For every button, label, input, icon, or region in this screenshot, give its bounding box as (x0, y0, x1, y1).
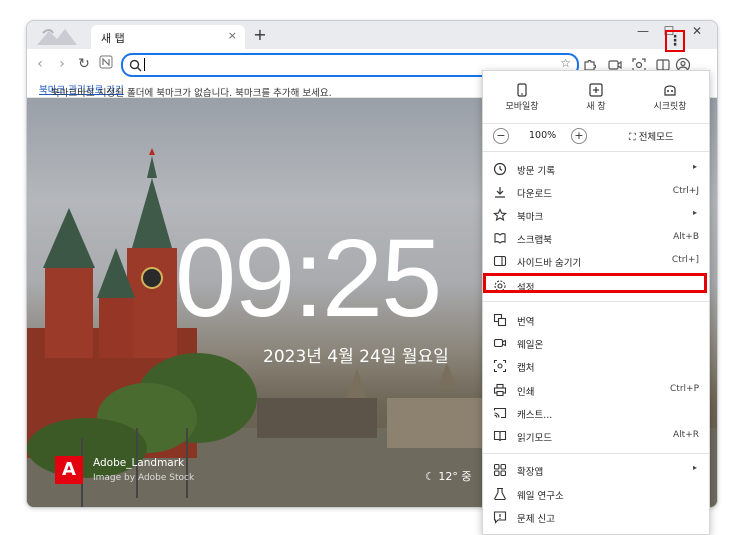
menu-item-whale-lab[interactable]: 웨일 연구소 (483, 483, 709, 505)
main-menu-button[interactable]: ⋮ (665, 30, 685, 52)
new-window-label: 새 창 (586, 102, 606, 112)
menu-item-label: 방문 기록 (517, 166, 555, 177)
bookmark-bar-message: 북마크바로 지정된 폴더에 북마크가 없습니다. 북마크를 추가해 보세요. (51, 88, 332, 99)
menu-item-label: 읽기모드 (517, 433, 552, 444)
naver-home-icon[interactable] (97, 55, 115, 73)
menu-item-label: 북마크 (517, 212, 544, 223)
menu-item-label: 사이드바 숨기기 (517, 258, 582, 269)
whale-logo-icon (35, 25, 79, 51)
menu-top-buttons: 모바일창 새 창 시크릿창 (483, 79, 709, 119)
menu-item-label: 문제 신고 (517, 514, 555, 525)
menu-item-extensions[interactable]: 확장앱 ▸ (483, 459, 709, 481)
new-window-icon (589, 83, 603, 97)
new-window-button[interactable]: 새 창 (561, 79, 631, 119)
fullscreen-button[interactable]: ⛶ 전체모드 (629, 129, 674, 143)
reading-mode-icon (493, 429, 507, 443)
title-bar: 새 탭 × + — ☐ ✕ (27, 21, 717, 49)
menu-item-report-issue[interactable]: 문제 신고 (483, 506, 709, 528)
mobile-window-label: 모바일창 (505, 102, 539, 112)
menu-item-label: 인쇄 (517, 387, 535, 398)
menu-divider (483, 453, 709, 454)
menu-item-label: 웨일 연구소 (517, 491, 564, 502)
menu-item-history[interactable]: 방문 기록 ▸ (483, 158, 709, 180)
main-menu: 모바일창 새 창 시크릿창 − 100% + ⛶ 전체모드 방문 기록 ▸ 다운… (482, 70, 710, 535)
menu-item-whale-on[interactable]: 웨일온 (483, 332, 709, 354)
adobe-logo-icon: A (55, 456, 83, 484)
clock-date: 2023년 4월 24일 월요일 (263, 347, 449, 367)
text-caret (144, 58, 145, 71)
download-icon (493, 185, 507, 199)
clock-time: 09:25 (175, 217, 442, 340)
menu-item-label: 캡처 (517, 363, 535, 374)
mobile-icon (515, 83, 529, 97)
menu-item-shortcut: Ctrl+] (671, 255, 699, 265)
zoom-in-button[interactable]: + (571, 128, 587, 144)
incognito-window-button[interactable]: 시크릿창 (635, 79, 705, 119)
incognito-icon (663, 83, 677, 97)
image-credit-title[interactable]: Adobe_Landmark (93, 457, 184, 469)
image-credit-source: Image by Adobe Stock (93, 473, 195, 483)
menu-item-reading-mode[interactable]: 읽기모드 Alt+R (483, 425, 709, 447)
zoom-level: 100% (529, 130, 557, 141)
menu-divider (483, 301, 709, 302)
menu-item-shortcut: Ctrl+J (672, 186, 699, 196)
menu-item-bookmarks[interactable]: 북마크 ▸ (483, 204, 709, 226)
minimize-icon[interactable]: — (633, 24, 653, 38)
extensions-icon (493, 463, 507, 477)
tab-new-tab[interactable]: 새 탭 × (91, 25, 245, 49)
forward-icon[interactable]: › (53, 55, 71, 73)
sidebar-icon (493, 254, 507, 268)
menu-item-hide-sidebar[interactable]: 사이드바 숨기기 Ctrl+] (483, 250, 709, 272)
bookmark-star-icon (493, 208, 507, 222)
menu-item-label: 스크랩북 (517, 235, 552, 246)
new-tab-button[interactable]: + (251, 26, 269, 44)
reload-icon[interactable]: ↻ (75, 55, 93, 73)
menu-divider (483, 151, 709, 152)
zoom-row: − 100% + ⛶ 전체모드 (483, 125, 709, 147)
fullscreen-label: 전체모드 (638, 132, 674, 143)
weather-temperature: 12° 중 (438, 470, 472, 483)
menu-item-print[interactable]: 인쇄 Ctrl+P (483, 379, 709, 401)
menu-item-label: 다운로드 (517, 189, 552, 200)
fullscreen-icon: ⛶ (629, 132, 636, 143)
capture-icon (493, 359, 507, 373)
scrapbook-icon (493, 231, 507, 245)
menu-item-shortcut: Alt+B (673, 232, 699, 242)
menu-item-label: 확장앱 (517, 467, 544, 478)
menu-item-label: 캐스트... (517, 410, 553, 421)
submenu-arrow-icon: ▸ (692, 162, 697, 171)
back-icon[interactable]: ‹ (31, 55, 49, 73)
zoom-out-button[interactable]: − (493, 128, 509, 144)
menu-item-label: 웨일온 (517, 340, 544, 351)
translate-icon (493, 313, 507, 327)
weather-widget[interactable]: ☾ 12° 중 (425, 468, 472, 484)
tab-close-icon[interactable]: × (228, 29, 237, 42)
video-call-icon (493, 336, 507, 350)
incognito-window-label: 시크릿창 (653, 102, 687, 112)
print-icon (493, 383, 507, 397)
add-bookmark-star-icon[interactable]: ☆ (560, 56, 571, 70)
menu-item-shortcut: Ctrl+P (670, 384, 699, 394)
report-icon (493, 510, 507, 524)
menu-item-label: 번역 (517, 317, 535, 328)
menu-item-cast[interactable]: 캐스트... (483, 402, 709, 424)
history-icon (493, 162, 507, 176)
lab-flask-icon (493, 487, 507, 501)
cast-icon (493, 406, 507, 420)
weather-moon-icon: ☾ (425, 470, 435, 483)
submenu-arrow-icon: ▸ (692, 208, 697, 217)
close-icon[interactable]: ✕ (687, 24, 707, 38)
settings-highlight-box (483, 273, 707, 293)
menu-item-scrapbook[interactable]: 스크랩북 Alt+B (483, 227, 709, 249)
mobile-window-button[interactable]: 모바일창 (487, 79, 557, 119)
menu-item-translate[interactable]: 번역 (483, 309, 709, 331)
menu-item-capture[interactable]: 캡처 (483, 355, 709, 377)
menu-item-downloads[interactable]: 다운로드 Ctrl+J (483, 181, 709, 203)
search-icon (129, 57, 142, 76)
menu-divider (483, 123, 709, 124)
menu-item-shortcut: Alt+R (673, 430, 699, 440)
tab-title: 새 탭 (101, 32, 125, 45)
submenu-arrow-icon: ▸ (692, 463, 697, 472)
